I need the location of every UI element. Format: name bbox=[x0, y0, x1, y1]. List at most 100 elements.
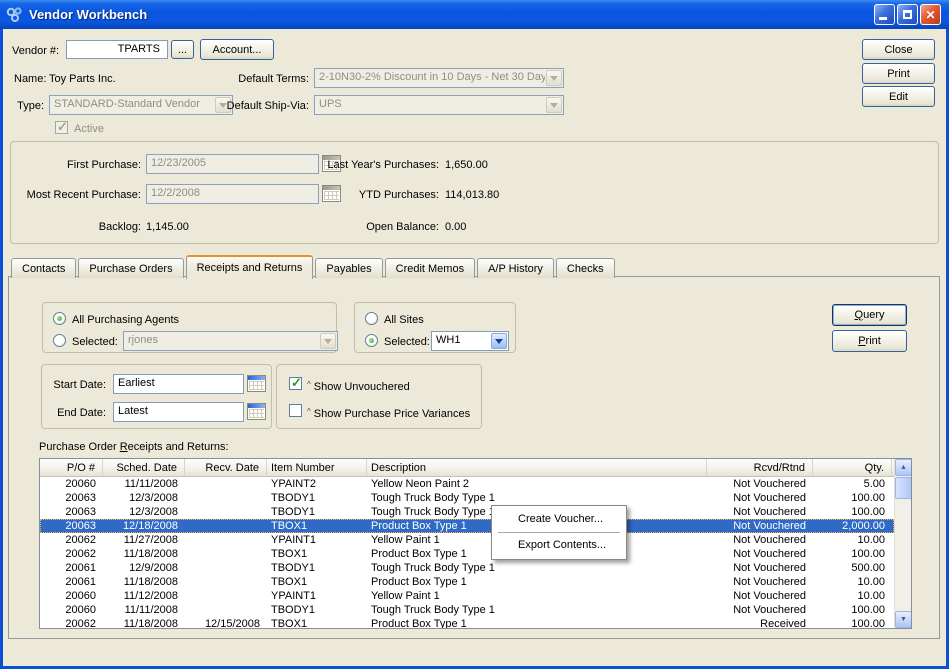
table-row[interactable]: 2006211/27/2008YPAINT1Yellow Paint 1Not … bbox=[40, 533, 894, 547]
column-header-description[interactable]: Description bbox=[367, 459, 707, 476]
column-header-sched-date[interactable]: Sched. Date bbox=[103, 459, 185, 476]
cell-description: Tough Truck Body Type 1 bbox=[367, 492, 707, 504]
scroll-up-icon[interactable]: ▲ bbox=[895, 459, 912, 476]
cell-rcvd-rtnd: Not Vouchered bbox=[707, 576, 813, 588]
cell-qty: 2,000.00 bbox=[813, 520, 892, 532]
edit-button[interactable]: Edit bbox=[862, 86, 935, 107]
first-purchase-label: First Purchase: bbox=[11, 158, 141, 172]
print-button[interactable]: Print bbox=[862, 63, 935, 84]
print-results-button[interactable]: Print bbox=[832, 330, 907, 352]
maximize-icon[interactable] bbox=[897, 4, 918, 25]
tab-credit-memos[interactable]: Credit Memos bbox=[385, 258, 475, 278]
cell-po-number: 20060 bbox=[40, 590, 103, 602]
vertical-scrollbar[interactable]: ▲ ▼ bbox=[894, 459, 911, 628]
tab-payables[interactable]: Payables bbox=[315, 258, 382, 278]
site-dropdown[interactable]: WH1 bbox=[431, 331, 509, 351]
cell-item-number: YPAINT2 bbox=[267, 478, 367, 490]
query-button[interactable]: Query bbox=[832, 304, 907, 326]
menu-item-create-voucher[interactable]: Create Voucher... bbox=[492, 508, 626, 531]
cell-qty: 5.00 bbox=[813, 478, 892, 490]
cell-po-number: 20061 bbox=[40, 562, 103, 574]
vendor-browse-button[interactable]: ... bbox=[171, 40, 194, 59]
cell-item-number: YPAINT1 bbox=[267, 534, 367, 546]
tab-purchase-orders[interactable]: Purchase Orders bbox=[78, 258, 183, 278]
start-date-label: Start Date: bbox=[46, 378, 106, 392]
table-row[interactable]: 2006011/11/2008YPAINT2Yellow Neon Paint … bbox=[40, 477, 894, 491]
account-button[interactable]: Account... bbox=[200, 39, 274, 60]
cell-description: Product Box Type 1 bbox=[367, 576, 707, 588]
calendar-icon[interactable] bbox=[247, 375, 266, 392]
end-date-input[interactable]: Latest bbox=[113, 402, 244, 422]
cell-description: Product Box Type 1 bbox=[367, 618, 707, 628]
active-checkbox bbox=[55, 121, 68, 134]
last-year-purchases-label: Last Year's Purchases: bbox=[241, 158, 439, 172]
column-header-item-number[interactable]: Item Number bbox=[267, 459, 367, 476]
cell-rcvd-rtnd: Not Vouchered bbox=[707, 562, 813, 574]
tab-a-p-history[interactable]: A/P History bbox=[477, 258, 554, 278]
selected-agent-radio[interactable] bbox=[53, 334, 66, 347]
default-terms-label: Default Terms: bbox=[153, 72, 309, 86]
minimize-icon[interactable] bbox=[874, 4, 895, 25]
selected-site-label: Selected: bbox=[384, 335, 430, 349]
table-row[interactable]: 2006312/3/2008TBODY1Tough Truck Body Typ… bbox=[40, 505, 894, 519]
column-header-qty[interactable]: Qty. bbox=[813, 459, 892, 476]
app-icon bbox=[6, 6, 23, 23]
show-unvouchered-checkbox[interactable] bbox=[289, 377, 302, 390]
close-window-icon[interactable]: ✕ bbox=[920, 4, 941, 25]
calendar-icon[interactable] bbox=[247, 403, 266, 420]
column-header-recv-date[interactable]: Recv. Date bbox=[185, 459, 267, 476]
table-row[interactable]: 2006211/18/2008TBOX1Product Box Type 1No… bbox=[40, 547, 894, 561]
cell-qty: 500.00 bbox=[813, 562, 892, 574]
column-header-rcvd-rtnd[interactable]: Rcvd/Rtnd bbox=[707, 459, 813, 476]
cell-qty: 100.00 bbox=[813, 506, 892, 518]
cell-qty: 100.00 bbox=[813, 492, 892, 504]
name-label: Name: bbox=[14, 72, 46, 86]
cell-item-number: TBOX1 bbox=[267, 520, 367, 532]
all-purchasing-agents-radio[interactable] bbox=[53, 312, 66, 325]
all-sites-label: All Sites bbox=[384, 313, 424, 327]
cell-item-number: TBODY1 bbox=[267, 562, 367, 574]
table-row[interactable]: 2006312/3/2008TBODY1Tough Truck Body Typ… bbox=[40, 491, 894, 505]
cell-description: Tough Truck Body Type 1 bbox=[367, 604, 707, 616]
ytd-purchases-value: 114,013.80 bbox=[445, 188, 499, 202]
column-header-po-number[interactable]: P/O # bbox=[40, 459, 103, 476]
tab-checks[interactable]: Checks bbox=[556, 258, 615, 278]
cell-sched-date: 12/3/2008 bbox=[103, 492, 185, 504]
sites-group: All Sites Selected: WH1 bbox=[354, 302, 516, 353]
purchase-summary-panel: First Purchase: 12/23/2005 Last Year's P… bbox=[10, 141, 939, 244]
close-button[interactable]: Close bbox=[862, 39, 935, 60]
cell-sched-date: 11/27/2008 bbox=[103, 534, 185, 546]
cell-qty: 10.00 bbox=[813, 534, 892, 546]
table-row[interactable]: 2006312/18/2008TBOX1Product Box Type 1No… bbox=[40, 519, 894, 533]
cell-rcvd-rtnd: Not Vouchered bbox=[707, 520, 813, 532]
name-value: Toy Parts Inc. bbox=[49, 72, 116, 86]
scroll-down-icon[interactable]: ▼ bbox=[895, 611, 912, 628]
show-options-group: ^Show Unvouchered ^Show Purchase Price V… bbox=[276, 364, 482, 429]
cell-item-number: YPAINT1 bbox=[267, 590, 367, 602]
show-purchase-price-variances-checkbox[interactable] bbox=[289, 404, 302, 417]
table-row[interactable]: 2006112/9/2008TBODY1Tough Truck Body Typ… bbox=[40, 561, 894, 575]
scrollbar-thumb[interactable] bbox=[895, 477, 912, 499]
tab-contacts[interactable]: Contacts bbox=[11, 258, 76, 278]
table-row[interactable]: 2006211/18/200812/15/2008TBOX1Product Bo… bbox=[40, 617, 894, 628]
cell-rcvd-rtnd: Not Vouchered bbox=[707, 604, 813, 616]
default-terms-dropdown: 2-10N30-2% Discount in 10 Days - Net 30 … bbox=[314, 68, 564, 88]
cell-rcvd-rtnd: Not Vouchered bbox=[707, 590, 813, 602]
table-row[interactable]: 2006011/11/2008TBODY1Tough Truck Body Ty… bbox=[40, 603, 894, 617]
selected-site-radio[interactable] bbox=[365, 334, 378, 347]
tab-receipts-and-returns[interactable]: Receipts and Returns bbox=[186, 255, 314, 279]
all-sites-radio[interactable] bbox=[365, 312, 378, 325]
table-row[interactable]: 2006111/18/2008TBOX1Product Box Type 1No… bbox=[40, 575, 894, 589]
menu-item-export-contents[interactable]: Export Contents... bbox=[492, 534, 626, 557]
start-date-input[interactable]: Earliest bbox=[113, 374, 244, 394]
vendor-number-label: Vendor #: bbox=[12, 44, 59, 58]
all-purchasing-agents-label: All Purchasing Agents bbox=[72, 313, 179, 327]
vendor-number-input[interactable]: TPARTS bbox=[66, 40, 168, 59]
window-content: Vendor #: TPARTS ... Account... Close Pr… bbox=[3, 29, 946, 666]
receipts-table: P/O #Sched. DateRecv. DateItem NumberDes… bbox=[39, 458, 912, 629]
cell-item-number: TBODY1 bbox=[267, 506, 367, 518]
cell-sched-date: 12/9/2008 bbox=[103, 562, 185, 574]
table-row[interactable]: 2006011/12/2008YPAINT1Yellow Paint 1Not … bbox=[40, 589, 894, 603]
cell-po-number: 20060 bbox=[40, 604, 103, 616]
title-bar[interactable]: Vendor Workbench ✕ bbox=[0, 0, 949, 29]
